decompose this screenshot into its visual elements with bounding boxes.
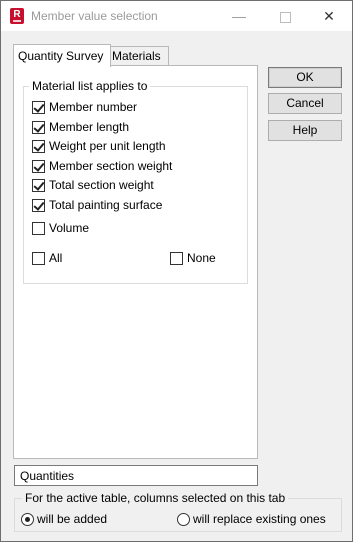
tab-panel-quantity-survey: Material list applies to Member number M… — [13, 65, 258, 459]
checkbox-box[interactable] — [32, 221, 45, 235]
window-title: Member value selection — [31, 9, 158, 23]
title-bar: R Member value selection — ✕ — [1, 1, 352, 31]
checkbox-none[interactable]: None — [170, 250, 216, 266]
checkbox-box[interactable] — [32, 159, 45, 173]
radio-will-be-added[interactable]: will be added — [21, 511, 107, 527]
radio-will-replace[interactable]: will replace existing ones — [177, 511, 326, 527]
maximize-button[interactable] — [262, 1, 308, 31]
checkbox-box[interactable] — [32, 198, 45, 212]
checkbox-box[interactable] — [32, 178, 45, 192]
cancel-button[interactable]: Cancel — [268, 93, 342, 114]
checkbox-label: Weight per unit length — [49, 139, 166, 153]
checkbox-member-section-weight[interactable]: Member section weight — [32, 158, 172, 174]
material-list-group: Material list applies to Member number M… — [23, 79, 248, 284]
tab-quantity-survey[interactable]: Quantity Survey — [13, 44, 111, 67]
checkbox-box[interactable] — [170, 251, 183, 265]
checkbox-total-section-weight[interactable]: Total section weight — [32, 177, 154, 193]
checkbox-total-painting-surface[interactable]: Total painting surface — [32, 197, 162, 213]
checkbox-label: Volume — [49, 221, 90, 235]
checkbox-label: Member section weight — [49, 159, 173, 173]
checkbox-label: Total section weight — [49, 178, 154, 192]
checkbox-box[interactable] — [32, 251, 45, 265]
columns-group: For the active table, columns selected o… — [14, 491, 342, 532]
table-name-input[interactable]: Quantities — [14, 465, 258, 486]
checkbox-label: None — [187, 251, 216, 265]
close-button[interactable]: ✕ — [306, 1, 352, 31]
material-list-group-label: Material list applies to — [29, 79, 151, 93]
checkbox-label: Total painting surface — [49, 198, 163, 212]
ok-button[interactable]: OK — [268, 67, 342, 88]
radio-label: will replace existing ones — [193, 512, 326, 526]
help-button[interactable]: Help — [268, 120, 342, 141]
checkbox-label: Member length — [49, 120, 130, 134]
radio-button[interactable] — [177, 512, 190, 526]
radio-button[interactable] — [21, 512, 34, 526]
checkbox-weight-per-unit-length[interactable]: Weight per unit length — [32, 138, 166, 154]
columns-group-label: For the active table, columns selected o… — [22, 491, 289, 505]
checkbox-all[interactable]: All — [32, 250, 62, 266]
checkbox-member-length[interactable]: Member length — [32, 119, 129, 135]
tab-materials[interactable]: Materials — [107, 46, 169, 66]
checkbox-box[interactable] — [32, 120, 45, 134]
checkbox-box[interactable] — [32, 139, 45, 153]
minimize-button[interactable]: — — [216, 1, 262, 31]
checkbox-label: All — [49, 251, 63, 265]
checkbox-box[interactable] — [32, 100, 45, 114]
maximize-icon — [279, 11, 291, 23]
dialog-window: R Member value selection — ✕ Quantity Su… — [0, 0, 353, 542]
radio-label: will be added — [37, 512, 108, 526]
checkbox-member-number[interactable]: Member number — [32, 99, 137, 115]
checkbox-label: Member number — [49, 100, 138, 114]
checkbox-volume[interactable]: Volume — [32, 220, 89, 236]
app-icon-mark — [13, 20, 21, 22]
app-icon-letter: R — [13, 9, 21, 20]
app-icon: R — [10, 8, 24, 24]
